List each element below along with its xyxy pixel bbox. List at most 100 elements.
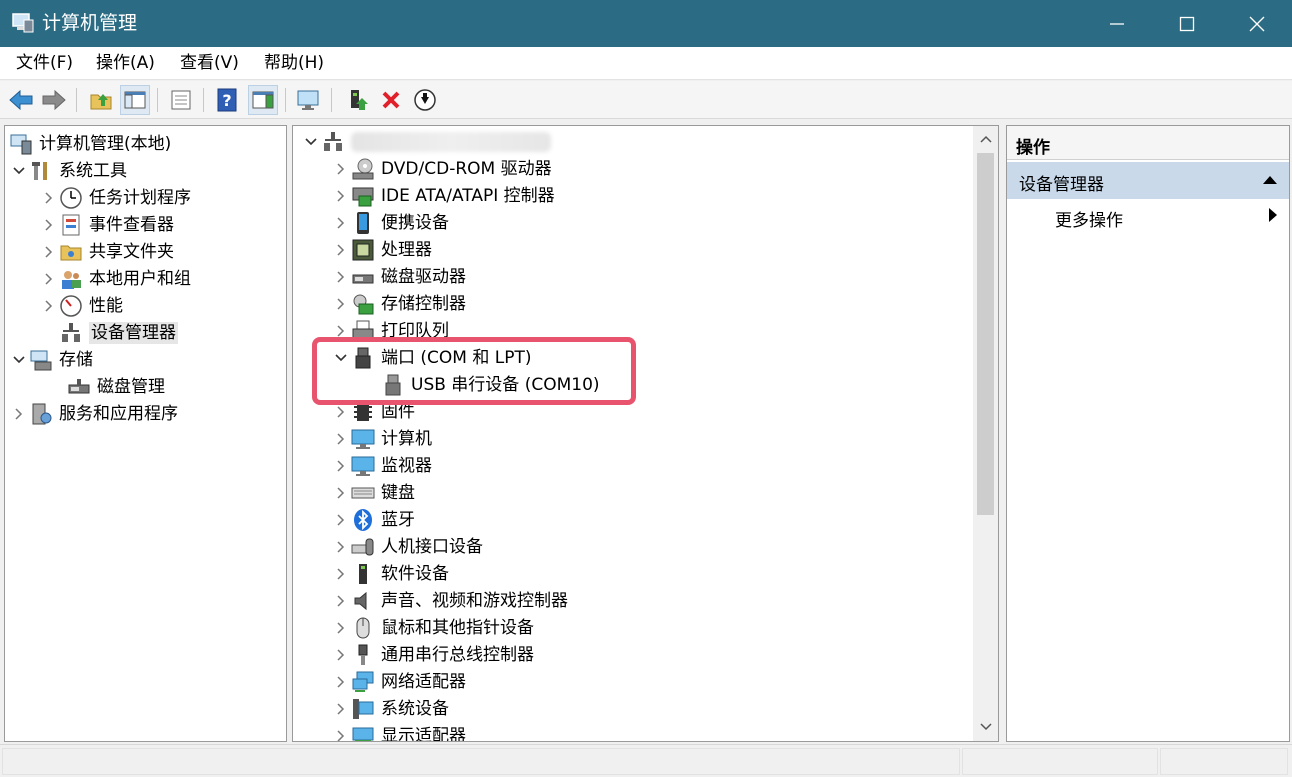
device-category-hid[interactable]: 人机接口设备 xyxy=(331,533,483,560)
chevron-right-icon[interactable] xyxy=(39,211,59,238)
device-category-mouse[interactable]: 鼠标和其他指针设备 xyxy=(331,614,534,641)
maximize-button[interactable] xyxy=(1152,0,1222,47)
chevron-right-icon[interactable] xyxy=(39,265,59,292)
device-category-bluetooth[interactable]: 蓝牙 xyxy=(331,506,415,533)
show-hide-tree-button[interactable] xyxy=(120,85,150,115)
show-action-pane-button[interactable] xyxy=(248,85,278,115)
mouse-icon xyxy=(356,617,370,638)
scroll-down-icon[interactable] xyxy=(980,723,992,731)
tree-item-task-scheduler[interactable]: 任务计划程序 xyxy=(39,184,191,211)
menu-action[interactable]: 操作(A) xyxy=(96,52,155,74)
device-category-processor[interactable]: 处理器 xyxy=(331,236,432,263)
tree-item-performance[interactable]: 性能 xyxy=(39,292,123,319)
chevron-right-icon[interactable] xyxy=(331,614,351,641)
up-level-button[interactable] xyxy=(86,85,116,115)
minimize-button[interactable] xyxy=(1082,0,1152,47)
chevron-down-icon[interactable] xyxy=(9,157,29,184)
device-category-label: 通用串行总线控制器 xyxy=(381,644,534,665)
submenu-arrow-icon[interactable] xyxy=(1269,208,1277,222)
chevron-right-icon[interactable] xyxy=(331,560,351,587)
chevron-right-icon[interactable] xyxy=(331,155,351,182)
down-arrow-circle-icon xyxy=(414,89,436,111)
chevron-right-icon[interactable] xyxy=(331,668,351,695)
scan-hardware-button[interactable] xyxy=(294,85,324,115)
disk-management-icon xyxy=(68,378,90,393)
device-category-software[interactable]: 软件设备 xyxy=(331,560,449,587)
tree-item-system-tools[interactable]: 系统工具 xyxy=(9,157,127,184)
update-driver-icon xyxy=(351,90,368,110)
close-button[interactable] xyxy=(1222,0,1292,47)
services-icon xyxy=(32,403,52,424)
chevron-right-icon[interactable] xyxy=(331,182,351,209)
disable-device-button[interactable] xyxy=(410,85,440,115)
chevron-down-icon[interactable] xyxy=(9,346,29,373)
tree-item-storage[interactable]: 存储 xyxy=(9,346,93,373)
device-category-portable[interactable]: 便携设备 xyxy=(331,209,449,236)
chevron-right-icon[interactable] xyxy=(331,533,351,560)
device-category-disk[interactable]: 磁盘驱动器 xyxy=(331,263,466,290)
chevron-right-icon[interactable] xyxy=(39,238,59,265)
tree-item-services-apps[interactable]: 服务和应用程序 xyxy=(9,400,178,427)
device-category-network[interactable]: 网络适配器 xyxy=(331,668,466,695)
device-category-ide[interactable]: IDE ATA/ATAPI 控制器 xyxy=(331,182,555,209)
actions-group-device-manager[interactable]: 设备管理器 xyxy=(1007,162,1289,199)
tree-item-event-viewer[interactable]: 事件查看器 xyxy=(39,211,174,238)
update-driver-button[interactable] xyxy=(342,85,372,115)
collapse-up-icon[interactable] xyxy=(1263,176,1277,184)
chevron-right-icon[interactable] xyxy=(331,425,351,452)
forward-button[interactable] xyxy=(39,85,69,115)
back-button[interactable] xyxy=(6,85,36,115)
chevron-right-icon[interactable] xyxy=(331,722,351,741)
tree-item-root[interactable]: 计算机管理(本地) xyxy=(9,130,171,157)
more-actions-item[interactable]: 更多操作 xyxy=(1055,206,1123,231)
tree-item-disk-management[interactable]: 磁盘管理 xyxy=(67,373,165,400)
menu-help[interactable]: 帮助(H) xyxy=(264,52,324,74)
device-category-dvd[interactable]: DVD/CD-ROM 驱动器 xyxy=(331,155,552,182)
tree-item-device-manager[interactable]: 设备管理器 xyxy=(59,319,178,346)
device-category-usb[interactable]: 通用串行总线控制器 xyxy=(331,641,534,668)
device-category-label: 便携设备 xyxy=(381,212,449,233)
menu-file[interactable]: 文件(F) xyxy=(16,52,73,74)
scrollbar-thumb[interactable] xyxy=(977,153,994,515)
chevron-right-icon[interactable] xyxy=(331,587,351,614)
scroll-up-icon[interactable] xyxy=(980,135,992,143)
computer-management-icon xyxy=(10,134,32,154)
chevron-right-icon[interactable] xyxy=(331,263,351,290)
device-category-label: 系统设备 xyxy=(381,698,449,719)
chevron-right-icon[interactable] xyxy=(331,452,351,479)
device-category-label: 声音、视频和游戏控制器 xyxy=(381,590,568,611)
chevron-right-icon[interactable] xyxy=(331,506,351,533)
device-category-system[interactable]: 系统设备 xyxy=(331,695,449,722)
chevron-right-icon[interactable] xyxy=(331,209,351,236)
device-category-computer[interactable]: 计算机 xyxy=(331,425,432,452)
help-button[interactable]: ? xyxy=(212,85,242,115)
vertical-scrollbar[interactable] xyxy=(973,126,998,741)
chevron-right-icon[interactable] xyxy=(39,184,59,211)
tree-item-shared-folders[interactable]: 共享文件夹 xyxy=(39,238,174,265)
device-category-keyboard[interactable]: 键盘 xyxy=(331,479,415,506)
device-category-storage-controller[interactable]: 存储控制器 xyxy=(331,290,466,317)
chevron-right-icon[interactable] xyxy=(331,290,351,317)
tree-item-local-users[interactable]: 本地用户和组 xyxy=(39,265,191,292)
menu-view[interactable]: 查看(V) xyxy=(180,52,239,74)
network-adapter-icon xyxy=(352,671,374,692)
svg-text:?: ? xyxy=(222,91,231,110)
chevron-right-icon[interactable] xyxy=(331,479,351,506)
bluetooth-icon xyxy=(354,508,372,531)
chevron-right-icon[interactable] xyxy=(39,292,59,319)
users-icon xyxy=(62,270,81,289)
toolbar-separator xyxy=(331,88,332,112)
device-category-display[interactable]: 显示适配器 xyxy=(331,722,466,741)
chevron-right-icon[interactable] xyxy=(9,400,29,427)
chevron-right-icon[interactable] xyxy=(331,641,351,668)
chevron-right-icon[interactable] xyxy=(331,236,351,263)
device-category-sound[interactable]: 声音、视频和游戏控制器 xyxy=(331,587,568,614)
keyboard-icon xyxy=(351,487,375,498)
uninstall-device-button[interactable] xyxy=(376,85,406,115)
chevron-down-icon[interactable] xyxy=(301,128,321,155)
device-category-monitor[interactable]: 监视器 xyxy=(331,452,432,479)
export-list-button[interactable] xyxy=(166,85,196,115)
chevron-right-icon[interactable] xyxy=(331,695,351,722)
action-pane-icon xyxy=(252,91,274,109)
device-root[interactable] xyxy=(301,128,551,155)
